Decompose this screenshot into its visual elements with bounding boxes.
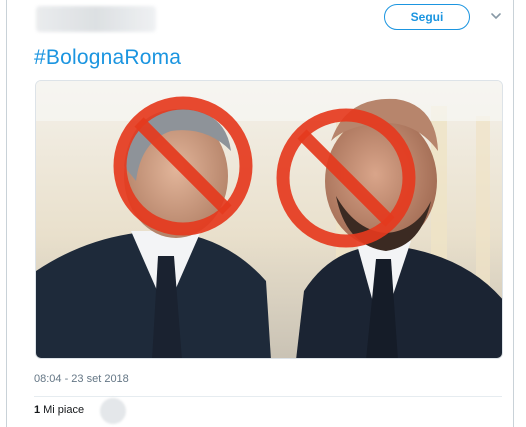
author-avatar[interactable] bbox=[36, 6, 156, 32]
likes-summary[interactable]: 1 Mi piace bbox=[34, 404, 84, 416]
likes-count: 1 bbox=[34, 404, 41, 416]
likes-label: Mi piace bbox=[43, 404, 85, 416]
photo-illustration bbox=[36, 81, 502, 358]
tweet-header: Segui bbox=[22, 4, 512, 42]
liker-avatar[interactable] bbox=[100, 398, 126, 424]
divider bbox=[34, 396, 502, 397]
follow-button[interactable]: Segui bbox=[384, 4, 470, 30]
tweet-timestamp[interactable]: 08:04 - 23 set 2018 bbox=[34, 373, 129, 385]
hashtag-link[interactable]: #BolognaRoma bbox=[34, 46, 181, 70]
tweet-photo[interactable] bbox=[35, 80, 503, 359]
chevron-down-icon[interactable] bbox=[490, 10, 502, 22]
